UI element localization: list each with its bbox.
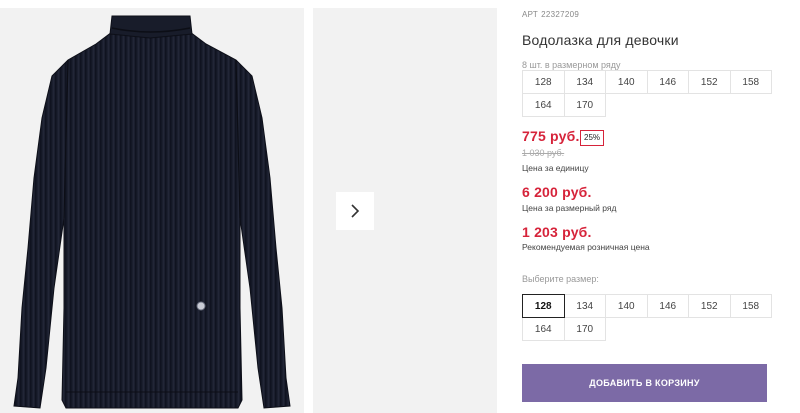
size-option-140[interactable]: 140 <box>605 294 648 318</box>
pack-size-cell: 140 <box>605 70 648 94</box>
pack-size-cell: 164 <box>522 93 565 117</box>
size-option-134[interactable]: 134 <box>563 294 606 318</box>
pack-size-cell: 152 <box>688 70 731 94</box>
size-option-128[interactable]: 128 <box>522 294 565 318</box>
article-value: 22327209 <box>541 10 580 19</box>
next-image-button[interactable] <box>336 192 374 230</box>
set-price-caption: Цена за размерный ряд <box>522 203 617 213</box>
chevron-right-icon <box>351 204 360 218</box>
set-price: 6 200 руб. <box>522 184 592 200</box>
size-option-152[interactable]: 152 <box>688 294 731 318</box>
size-option-170[interactable]: 170 <box>563 317 606 341</box>
size-option-146[interactable]: 146 <box>646 294 689 318</box>
recommended-price: 1 203 руб. <box>522 224 592 240</box>
discount-badge: 25% <box>580 130 605 146</box>
size-selector-label: Выберите размер: <box>522 274 599 284</box>
unit-price: 775 руб. <box>522 128 580 144</box>
pack-size-cell: 128 <box>522 70 565 94</box>
pack-size-cell: 158 <box>729 70 772 94</box>
product-main-image[interactable] <box>0 8 304 413</box>
add-to-cart-button[interactable]: ДОБАВИТЬ В КОРЗИНУ <box>522 364 767 402</box>
product-title: Водолазка для девочки <box>522 32 679 48</box>
size-option-164[interactable]: 164 <box>522 317 565 341</box>
pack-size-grid: 128 134 140 146 152 158 164 170 <box>522 70 772 117</box>
old-price: 1 030 руб. <box>522 148 565 158</box>
article-number: АРТ 22327209 <box>522 10 582 19</box>
pack-note: 8 шт. в размерном ряду <box>522 60 621 70</box>
pack-size-cell: 134 <box>563 70 606 94</box>
brand-badge-icon <box>196 301 206 311</box>
size-option-158[interactable]: 158 <box>729 294 772 318</box>
unit-price-caption: Цена за единицу <box>522 163 589 173</box>
pack-size-cell: 146 <box>646 70 689 94</box>
article-label: АРТ <box>522 10 539 19</box>
size-selector: 128 134 140 146 152 158 164 170 <box>522 294 772 341</box>
sweater-image <box>13 15 291 409</box>
recommended-price-caption: Рекомендуемая розничная цена <box>522 242 650 252</box>
pack-size-cell: 170 <box>563 93 606 117</box>
